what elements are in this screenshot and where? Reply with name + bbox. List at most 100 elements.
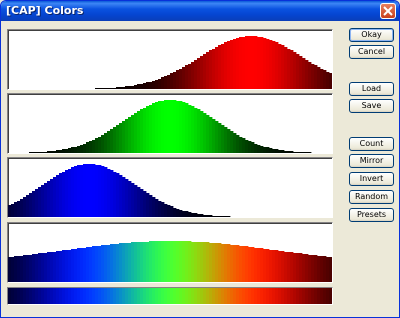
okay-button[interactable]: Okay <box>349 28 394 42</box>
green-curve-column <box>53 151 57 153</box>
presets-button[interactable]: Presets <box>349 208 394 222</box>
blue-curve-editor[interactable] <box>7 157 333 218</box>
green-curve-graph[interactable] <box>8 94 332 153</box>
combined-curve-column <box>161 241 165 282</box>
palette-swatch <box>269 288 273 304</box>
blue-curve-column <box>59 173 63 217</box>
combined-curve-column <box>44 253 48 282</box>
blue-curve-column <box>68 169 72 217</box>
combined-curve-column <box>95 246 99 282</box>
red-curve-column <box>269 40 273 89</box>
red-curve-column <box>257 37 261 89</box>
green-curve-column <box>44 152 48 153</box>
palette-swatch <box>137 288 141 304</box>
red-curve-column <box>176 70 180 89</box>
red-curve-graph[interactable] <box>8 30 332 89</box>
title-bar[interactable]: [CAP] Colors <box>1 1 399 21</box>
green-curve-column <box>170 100 174 153</box>
red-curve-column <box>281 45 285 89</box>
combined-curve-column <box>230 245 234 282</box>
red-curve-column <box>128 86 132 89</box>
palette-swatch <box>167 288 171 304</box>
combined-curve-column <box>92 246 96 282</box>
green-curve-editor[interactable] <box>7 93 333 154</box>
count-button[interactable]: Count <box>349 137 394 151</box>
red-curve-column <box>293 52 297 89</box>
green-curve-column <box>263 147 267 153</box>
cancel-button[interactable]: Cancel <box>349 45 394 59</box>
green-curve-column <box>107 131 111 153</box>
red-curve-column <box>101 88 105 89</box>
red-curve-editor[interactable] <box>7 29 333 90</box>
red-curve-column <box>134 85 138 89</box>
combined-curve-column <box>98 246 102 282</box>
blue-curve-graph[interactable] <box>8 158 332 217</box>
combined-curve-column <box>155 241 159 282</box>
blue-curve-column <box>206 215 210 217</box>
palette-swatch <box>29 288 33 304</box>
combined-curve-column <box>182 241 186 282</box>
combined-curve-column <box>317 256 321 282</box>
red-curve-column <box>179 69 183 89</box>
green-curve-column <box>302 152 306 153</box>
invert-button[interactable]: Invert <box>349 172 394 186</box>
red-curve-column <box>278 44 282 89</box>
red-curve-column <box>272 41 276 89</box>
blue-curve-column <box>212 216 216 217</box>
palette-swatch <box>287 288 291 304</box>
palette-swatch <box>215 288 219 304</box>
combined-curve-column <box>20 256 24 282</box>
combined-curve-column <box>275 250 279 282</box>
combined-curve-column <box>17 256 21 282</box>
combined-curve-column <box>149 241 153 282</box>
palette-swatch <box>296 288 300 304</box>
palette-swatch <box>116 288 120 304</box>
blue-curve-column <box>143 191 147 217</box>
random-button[interactable]: Random <box>349 190 394 204</box>
palette-swatch <box>311 288 315 304</box>
combined-curve-column <box>233 245 237 282</box>
red-curve-column <box>308 62 312 89</box>
combined-curve-column <box>86 247 90 282</box>
green-curve-column <box>146 106 150 153</box>
green-curve-column <box>125 119 129 153</box>
blue-curve-column <box>221 216 225 217</box>
save-button[interactable]: Save <box>349 99 394 113</box>
green-curve-column <box>149 105 153 153</box>
green-curve-column <box>173 100 177 153</box>
load-button[interactable]: Load <box>349 82 394 96</box>
blue-curve-column <box>203 215 207 217</box>
red-curve-column <box>104 88 108 89</box>
green-curve-column <box>128 117 132 153</box>
colors-dialog: [CAP] Colors Okay Cancel Load Save Count… <box>0 0 400 318</box>
green-curve-column <box>257 145 261 153</box>
palette-swatch <box>206 288 210 304</box>
blue-curve-column <box>104 167 108 217</box>
blue-curve-column <box>107 169 111 217</box>
palette-swatch <box>209 288 213 304</box>
combined-curve-column <box>23 255 27 282</box>
palette-swatch <box>218 288 222 304</box>
blue-curve-column <box>56 175 60 217</box>
green-curve-column <box>218 123 222 153</box>
palette-swatch <box>305 288 309 304</box>
green-curve-column <box>101 135 105 153</box>
red-curve-column <box>209 50 213 89</box>
combined-curve-column <box>287 252 291 282</box>
red-curve-column <box>266 39 270 89</box>
combined-preview <box>7 222 333 283</box>
combined-curve-column <box>281 251 285 282</box>
blue-curve-column <box>128 181 132 217</box>
blue-curve-column <box>65 170 69 217</box>
blue-curve-column <box>122 177 126 217</box>
mirror-button[interactable]: Mirror <box>349 154 394 168</box>
combined-curve-column <box>212 243 216 282</box>
close-button[interactable] <box>380 3 396 19</box>
palette-swatch <box>35 288 39 304</box>
palette-swatch <box>257 288 261 304</box>
green-curve-column <box>236 135 240 153</box>
palette-swatch <box>188 288 192 304</box>
green-curve-column <box>269 148 273 153</box>
combined-curve-column <box>203 242 207 282</box>
green-curve-column <box>266 147 270 153</box>
